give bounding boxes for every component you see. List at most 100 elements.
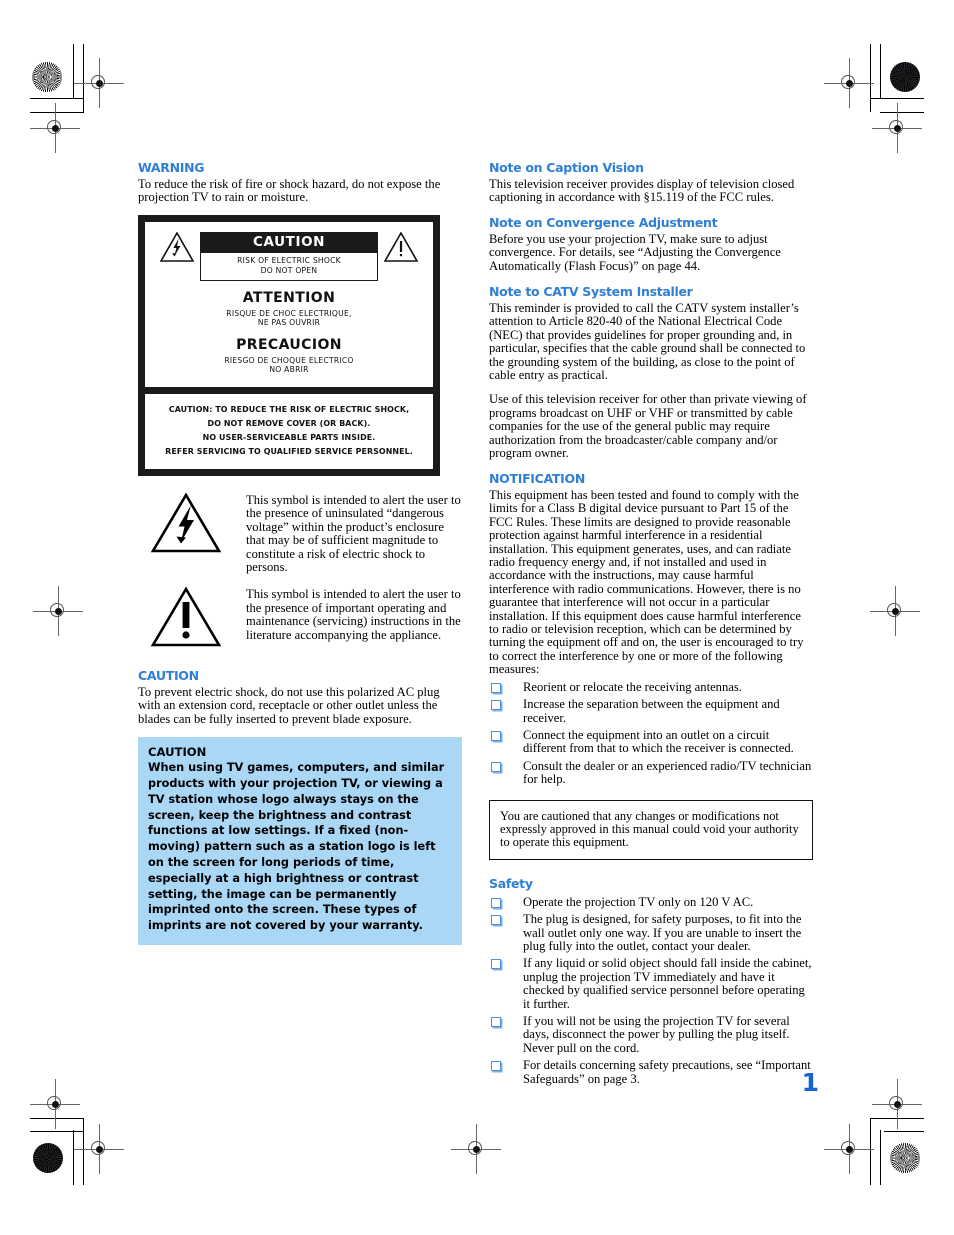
- caution-subtext: RISK OF ELECTRIC SHOCK DO NOT OPEN: [200, 253, 378, 281]
- caution-servicing-note: CAUTION: TO REDUCE THE RISK OF ELECTRIC …: [145, 394, 433, 469]
- crop-mark-line: [73, 1130, 74, 1185]
- checkbox-bullet-icon: [491, 682, 501, 693]
- exclamation-triangle-icon: [138, 584, 234, 648]
- list-item: Connect the equipment into an outlet on …: [489, 727, 813, 756]
- registration-mark: [33, 586, 83, 636]
- registration-mark: [30, 1079, 80, 1129]
- fcc-notice-text: You are cautioned that any changes or mo…: [500, 808, 799, 849]
- caution-label-panel: CAUTION RISK OF ELECTRIC SHOCK DO NOT OP…: [138, 215, 440, 476]
- right-column: Note on Caption Vision This television r…: [489, 160, 813, 1090]
- list-item: The plug is designed, for safety purpose…: [489, 913, 813, 953]
- crop-mark-line: [30, 98, 84, 99]
- attention-subtext: RISQUE DE CHOC ELECTRIQUE, NE PAS OUVRIR: [153, 309, 425, 328]
- list-item: Operate the projection TV only on 120 V …: [489, 894, 813, 909]
- registration-mark: [870, 586, 920, 636]
- list-item: Reorient or relocate the receiving anten…: [489, 679, 813, 694]
- symbol-legend-text: This symbol is intended to alert the use…: [246, 493, 461, 575]
- fcc-notice-box: You are cautioned that any changes or mo…: [489, 799, 813, 861]
- convergence-body: Before you use your projection TV, make …: [489, 232, 781, 273]
- checkbox-bullet-icon: [491, 761, 501, 772]
- symbol-legend-text: This symbol is intended to alert the use…: [246, 587, 461, 642]
- crop-mark-line: [83, 1118, 84, 1185]
- catv-body-1: This reminder is provided to call the CA…: [489, 300, 806, 382]
- lightning-bolt-triangle-icon: [138, 490, 234, 554]
- precaucion-title: PRECAUCION: [236, 336, 342, 353]
- precaucion-subtext: RIESGO DE CHOQUE ELECTRICO NO ABRIR: [153, 356, 425, 375]
- list-item-label: Connect the equipment into an outlet on …: [523, 727, 794, 756]
- registration-mark: [872, 103, 922, 153]
- caution-body: To prevent electric shock, do not use th…: [138, 685, 440, 726]
- servicing-note-line-2: DO NOT REMOVE COVER (OR BACK).: [207, 419, 371, 428]
- convergence-heading: Note on Convergence Adjustment: [489, 215, 718, 231]
- crop-mark-line: [30, 1131, 84, 1132]
- list-item: If you will not be using the projection …: [489, 1014, 813, 1055]
- crop-mark-line: [30, 1118, 84, 1119]
- caution-subtext-line-1: RISK OF ELECTRIC SHOCK: [237, 256, 341, 266]
- servicing-note-line-3: NO USER-SERVICEABLE PARTS INSIDE.: [202, 433, 376, 442]
- exclamation-triangle-icon: [383, 231, 419, 267]
- list-item-label: If you will not be using the projection …: [523, 1014, 790, 1055]
- caution-label-inner: CAUTION RISK OF ELECTRIC SHOCK DO NOT OP…: [145, 222, 433, 387]
- checkbox-bullet-icon: [491, 959, 501, 970]
- caution-highlight-box: CAUTION When using TV games, computers, …: [138, 737, 462, 946]
- notification-heading: NOTIFICATION: [489, 471, 585, 487]
- safety-heading: Safety: [489, 876, 533, 892]
- crop-mark-line: [880, 44, 881, 99]
- list-item: Increase the separation between the equi…: [489, 697, 813, 725]
- catv-body-2: Use of this television receiver for othe…: [489, 392, 807, 460]
- notification-measures-list: Reorient or relocate the receiving anten…: [489, 679, 813, 787]
- checkbox-bullet-icon: [491, 915, 501, 926]
- caution-subtext-line-2: DO NOT OPEN: [260, 266, 318, 276]
- catv-heading: Note to CATV System Installer: [489, 284, 693, 300]
- caption-vision-heading: Note on Caption Vision: [489, 160, 644, 175]
- warning-heading: WARNING: [138, 160, 205, 175]
- registration-mark: [824, 58, 874, 108]
- list-item: Consult the dealer or an experienced rad…: [489, 758, 813, 787]
- precaucion-subtext-line-1: RIESGO DE CHOQUE ELECTRICO: [224, 355, 354, 365]
- list-item-label: For details concerning safety precaution…: [523, 1058, 811, 1086]
- list-item-label: If any liquid or solid object should fal…: [523, 956, 812, 1011]
- list-item-label: Consult the dealer or an experienced rad…: [523, 758, 812, 787]
- attention-title: ATTENTION: [242, 289, 336, 306]
- crop-mark-line: [870, 98, 924, 99]
- symbol-legend-row: This symbol is intended to alert the use…: [138, 584, 462, 648]
- checkbox-bullet-icon: [491, 730, 501, 741]
- warning-body: To reduce the risk of fire or shock haza…: [138, 176, 441, 205]
- lightning-bolt-triangle-icon: [159, 231, 195, 267]
- checkbox-bullet-icon: [491, 700, 501, 711]
- crop-mark-line: [880, 112, 924, 113]
- crop-mark-line: [870, 1118, 871, 1185]
- list-item-label: Increase the separation between the equi…: [523, 697, 780, 725]
- servicing-note-line-4: REFER SERVICING TO QUALIFIED SERVICE PER…: [165, 447, 413, 456]
- left-column: WARNING To reduce the risk of fire or sh…: [138, 160, 462, 946]
- crop-mark-line: [30, 112, 84, 113]
- caution-box-heading: CAUTION: [148, 745, 207, 760]
- registration-mark: [824, 1124, 874, 1174]
- crop-mark-line: [73, 44, 74, 99]
- checkbox-bullet-icon: [491, 1061, 501, 1072]
- caution-warning-box: CAUTION RISK OF ELECTRIC SHOCK DO NOT OP…: [200, 232, 378, 281]
- checkbox-bullet-icon: [491, 1017, 501, 1028]
- crop-mark-line: [880, 1130, 881, 1185]
- registration-color-patch: [32, 62, 62, 92]
- list-item-label: Operate the projection TV only on 120 V …: [523, 894, 754, 909]
- crop-mark-line: [83, 44, 84, 112]
- page-number: 1: [801, 1068, 819, 1097]
- safety-list: Operate the projection TV only on 120 V …: [489, 894, 813, 1086]
- registration-mark: [451, 1124, 501, 1174]
- notification-body: This equipment has been tested and found…: [489, 488, 804, 677]
- registration-color-patch: [890, 62, 920, 92]
- list-item: If any liquid or solid object should fal…: [489, 957, 813, 1011]
- registration-mark: [74, 1124, 124, 1174]
- checkbox-bullet-icon: [491, 897, 501, 908]
- registration-color-patch: [33, 1143, 63, 1173]
- attention-subtext-line-1: RISQUE DE CHOC ELECTRIQUE,: [226, 308, 352, 318]
- registration-mark: [30, 103, 80, 153]
- crop-mark-line: [870, 44, 871, 112]
- list-item-label: The plug is designed, for safety purpose…: [523, 912, 802, 953]
- list-item-label: Reorient or relocate the receiving anten…: [523, 679, 742, 694]
- registration-color-patch: [890, 1143, 920, 1173]
- crop-mark-line: [884, 1131, 924, 1132]
- attention-subtext-line-2: NE PAS OUVRIR: [257, 318, 321, 328]
- servicing-note-line-1: CAUTION: TO REDUCE THE RISK OF ELECTRIC …: [168, 405, 410, 414]
